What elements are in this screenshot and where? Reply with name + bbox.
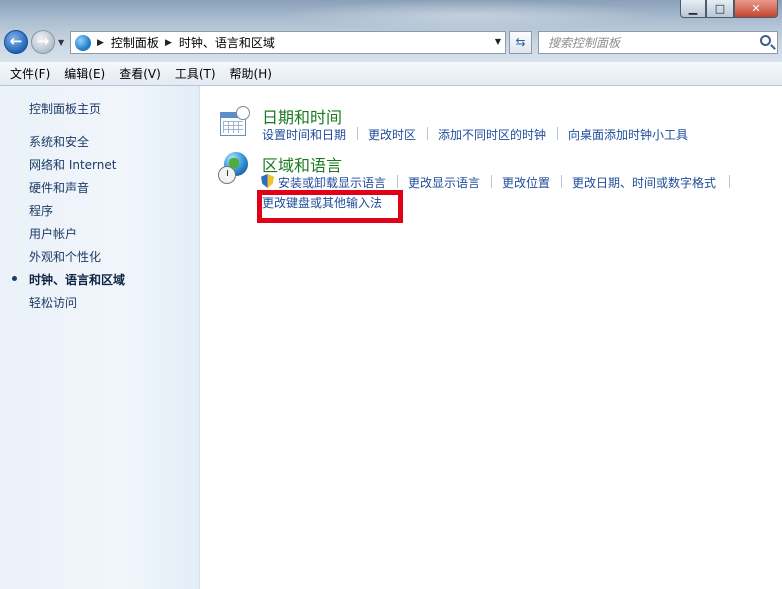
sidebar-item-appearance[interactable]: 外观和个性化 (29, 248, 101, 265)
link-separator (557, 127, 558, 140)
calendar-clock-icon[interactable] (218, 106, 250, 138)
menu-view[interactable]: 查看(V) (112, 65, 168, 82)
history-dropdown-icon[interactable]: ▼ (58, 38, 64, 47)
back-button[interactable]: ← (4, 30, 28, 54)
highlight-annotation-box (257, 190, 403, 223)
active-bullet-icon (12, 276, 17, 281)
sidebar-item-clock-language-region[interactable]: 时钟、语言和区域 (29, 271, 125, 288)
globe-clock-icon[interactable] (218, 152, 250, 186)
sidebar-item-ease-of-access[interactable]: 轻松访问 (29, 294, 77, 311)
sidebar-item-system-security[interactable]: 系统和安全 (29, 133, 89, 150)
link-separator (491, 175, 492, 188)
control-panel-icon (75, 34, 91, 51)
search-box[interactable] (538, 31, 778, 54)
breadcrumb-control-panel[interactable]: 控制面板 (111, 34, 159, 51)
link-add-clock-gadget[interactable]: 向桌面添加时钟小工具 (568, 126, 688, 143)
breadcrumb-arrow-icon[interactable]: ▶ (165, 38, 172, 48)
link-set-time-date[interactable]: 设置时间和日期 (262, 126, 346, 143)
sidebar-item-home[interactable]: 控制面板主页 (29, 100, 101, 117)
minimize-button[interactable]: ▁ (680, 0, 706, 18)
menu-edit[interactable]: 编辑(E) (57, 65, 112, 82)
link-separator (357, 127, 358, 140)
breadcrumb-clock-language-region[interactable]: 时钟、语言和区域 (179, 34, 275, 51)
address-bar[interactable]: ▶ 控制面板 ▶ 时钟、语言和区域 ▼ (70, 31, 506, 54)
link-install-display-language[interactable]: 安装或卸载显示语言 (278, 174, 386, 191)
link-add-clocks[interactable]: 添加不同时区的时钟 (438, 126, 546, 143)
close-button[interactable]: ✕ (734, 0, 778, 18)
link-separator (561, 175, 562, 188)
menu-file[interactable]: 文件(F) (3, 65, 57, 82)
link-change-display-language[interactable]: 更改显示语言 (408, 174, 480, 191)
maximize-button[interactable]: □ (706, 0, 734, 18)
window-controls: ▁ □ ✕ (680, 0, 778, 18)
link-separator (397, 175, 398, 188)
sidebar-item-programs[interactable]: 程序 (29, 202, 53, 219)
address-dropdown-icon[interactable]: ▼ (495, 37, 501, 46)
link-separator (729, 175, 730, 188)
search-icon[interactable] (760, 35, 771, 46)
sidebar-item-hardware-sound[interactable]: 硬件和声音 (29, 179, 89, 196)
menu-tools[interactable]: 工具(T) (168, 65, 223, 82)
link-change-date-time-number-format[interactable]: 更改日期、时间或数字格式 (572, 174, 716, 191)
section-title-region-language[interactable]: 区域和语言 (262, 152, 342, 176)
search-input[interactable] (539, 32, 749, 53)
link-change-timezone[interactable]: 更改时区 (368, 126, 416, 143)
section-title-date-time[interactable]: 日期和时间 (262, 104, 342, 128)
refresh-button[interactable]: ⇆ (509, 31, 532, 54)
link-separator (427, 127, 428, 140)
link-change-location[interactable]: 更改位置 (502, 174, 550, 191)
menu-bar: 文件(F) 编辑(E) 查看(V) 工具(T) 帮助(H) (0, 62, 782, 86)
uac-shield-icon (261, 174, 274, 188)
breadcrumb-arrow-icon[interactable]: ▶ (97, 38, 104, 48)
forward-button[interactable]: → (31, 30, 55, 54)
navigation-bar: ← → ▼ ▶ 控制面板 ▶ 时钟、语言和区域 ▼ ⇆ (0, 28, 782, 58)
menu-help[interactable]: 帮助(H) (223, 65, 279, 82)
sidebar-item-user-accounts[interactable]: 用户帐户 (29, 225, 77, 242)
sidebar-item-network[interactable]: 网络和 Internet (29, 156, 116, 173)
